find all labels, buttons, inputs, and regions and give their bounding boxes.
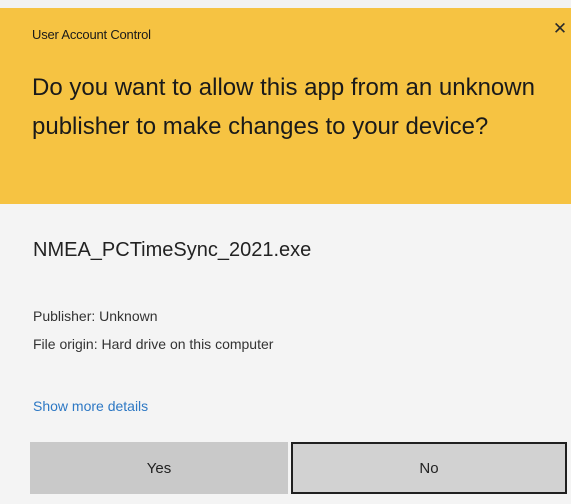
uac-dialog: User Account Control ✕ Do you want to al… bbox=[0, 0, 571, 504]
prompt-question: Do you want to allow this app from an un… bbox=[32, 74, 535, 140]
dialog-body: NMEA_PCTimeSync_2021.exe Publisher: Unkn… bbox=[0, 204, 571, 504]
app-name: NMEA_PCTimeSync_2021.exe bbox=[33, 239, 312, 261]
show-more-details-link[interactable]: Show more details bbox=[33, 398, 148, 414]
dialog-header: User Account Control ✕ Do you want to al… bbox=[0, 8, 571, 204]
close-icon[interactable]: ✕ bbox=[552, 19, 568, 39]
publisher-info: Publisher: Unknown bbox=[33, 308, 158, 324]
dialog-title: User Account Control bbox=[32, 27, 151, 42]
file-origin-info: File origin: Hard drive on this computer bbox=[33, 336, 274, 352]
yes-button[interactable]: Yes bbox=[30, 442, 288, 494]
no-button[interactable]: No bbox=[291, 442, 567, 494]
